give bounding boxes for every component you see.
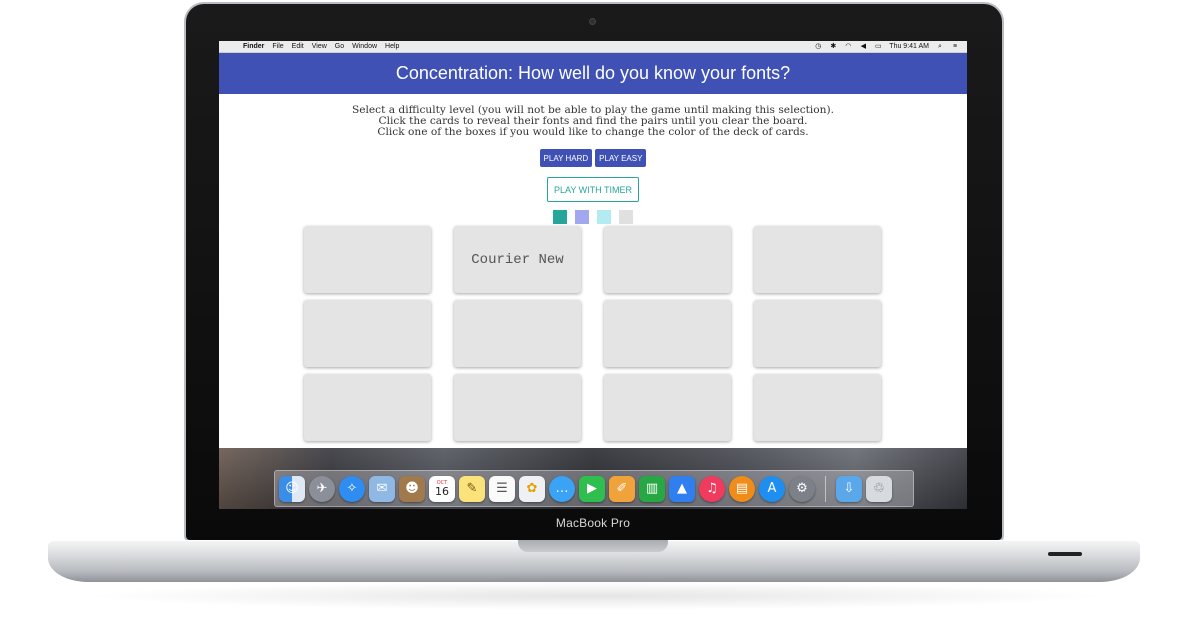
card-grid: Courier New	[304, 226, 881, 441]
swatch-light-gray[interactable]	[619, 210, 633, 224]
swatch-teal[interactable]	[553, 210, 567, 224]
deck-color-swatches	[219, 210, 967, 224]
notification-center-icon[interactable]: ≡	[951, 43, 959, 50]
swatch-light-cyan[interactable]	[597, 210, 611, 224]
downloads-icon[interactable]: ⇩	[836, 475, 862, 502]
menu-window[interactable]: Window	[352, 43, 377, 50]
battery-icon[interactable]: ▭	[874, 43, 882, 50]
play-with-timer-button[interactable]: PLAY WITH TIMER	[546, 177, 639, 202]
swatch-periwinkle[interactable]	[575, 210, 589, 224]
desktop-wallpaper: ☺ ✈ ✧ ✉ ☻ OCT 16 ✎ ☰ ✿ … ▶ ✐ ▥ ▲ ♫ ▤ A ⚙…	[219, 448, 967, 509]
menu-edit[interactable]: Edit	[292, 43, 304, 50]
screen: Finder File Edit View Go Window Help ◷ ✱…	[219, 41, 967, 509]
card[interactable]	[604, 374, 731, 441]
card[interactable]	[454, 374, 581, 441]
menu-file[interactable]: File	[272, 43, 283, 50]
camera-icon	[589, 18, 596, 25]
play-hard-button[interactable]: PLAY HARD	[539, 149, 593, 167]
device-label: MacBook Pro	[555, 516, 631, 530]
photos-icon[interactable]: ✿	[519, 475, 545, 502]
dock: ☺ ✈ ✧ ✉ ☻ OCT 16 ✎ ☰ ✿ … ▶ ✐ ▥ ▲ ♫ ▤ A ⚙…	[274, 470, 914, 507]
clock[interactable]: Thu 9:41 AM	[889, 43, 929, 50]
calendar-day: 16	[435, 484, 449, 498]
itunes-icon[interactable]: ♫	[699, 475, 725, 502]
finder-icon[interactable]: ☺	[279, 475, 305, 502]
laptop-notch	[518, 540, 668, 552]
status-area: ◷ ✱ ◠ ◀ ▭ Thu 9:41 AM ⌕ ≡	[807, 43, 959, 50]
facetime-icon[interactable]: ▶	[579, 475, 605, 502]
pages-icon[interactable]: ✐	[609, 475, 635, 502]
bluetooth-icon[interactable]: ✱	[829, 43, 837, 50]
wifi-icon[interactable]: ◠	[844, 43, 852, 50]
difficulty-buttons: PLAY HARD PLAY EASY	[219, 149, 967, 167]
safari-icon[interactable]: ✧	[339, 475, 365, 502]
launchpad-icon[interactable]: ✈	[309, 475, 335, 502]
mail-icon[interactable]: ✉	[369, 475, 395, 502]
card[interactable]	[304, 300, 431, 367]
menu-go[interactable]: Go	[335, 43, 344, 50]
volume-icon[interactable]: ◀	[859, 43, 867, 50]
timer-button-row: PLAY WITH TIMER	[219, 177, 967, 202]
card[interactable]	[454, 300, 581, 367]
card[interactable]	[604, 226, 731, 293]
sleep-indicator	[1048, 552, 1082, 556]
laptop-shadow	[80, 582, 1110, 610]
contacts-icon[interactable]: ☻	[399, 475, 425, 502]
card[interactable]	[304, 226, 431, 293]
app-header: Concentration: How well do you know your…	[219, 53, 967, 94]
time-machine-icon[interactable]: ◷	[814, 43, 822, 50]
messages-icon[interactable]: …	[549, 475, 575, 502]
card[interactable]	[304, 374, 431, 441]
instruction-line: Click one of the boxes if you would like…	[377, 126, 809, 138]
spotlight-icon[interactable]: ⌕	[936, 43, 944, 50]
ibooks-icon[interactable]: ▤	[729, 475, 755, 502]
menu-view[interactable]: View	[312, 43, 327, 50]
card[interactable]	[754, 300, 881, 367]
card[interactable]	[604, 300, 731, 367]
card[interactable]	[754, 374, 881, 441]
notes-icon[interactable]: ✎	[459, 475, 485, 502]
menu-help[interactable]: Help	[385, 43, 399, 50]
app-store-icon[interactable]: A	[759, 475, 785, 502]
reminders-icon[interactable]: ☰	[489, 475, 515, 502]
instructions: Select a difficulty level (you will not …	[219, 105, 967, 138]
card[interactable]: Courier New	[454, 226, 581, 293]
system-preferences-icon[interactable]: ⚙	[789, 475, 815, 502]
calendar-icon[interactable]: OCT 16	[429, 475, 455, 502]
menu-bar: Finder File Edit View Go Window Help ◷ ✱…	[219, 41, 967, 53]
dock-separator	[825, 475, 826, 502]
play-easy-button[interactable]: PLAY EASY	[595, 149, 647, 167]
page-title: Concentration: How well do you know your…	[395, 63, 791, 83]
apple-menu-icon[interactable]	[227, 43, 235, 51]
trash-icon[interactable]: ♲	[866, 475, 892, 502]
numbers-icon[interactable]: ▥	[639, 475, 665, 502]
menu-finder[interactable]: Finder	[243, 43, 264, 50]
card[interactable]	[754, 226, 881, 293]
keynote-icon[interactable]: ▲	[669, 475, 695, 502]
